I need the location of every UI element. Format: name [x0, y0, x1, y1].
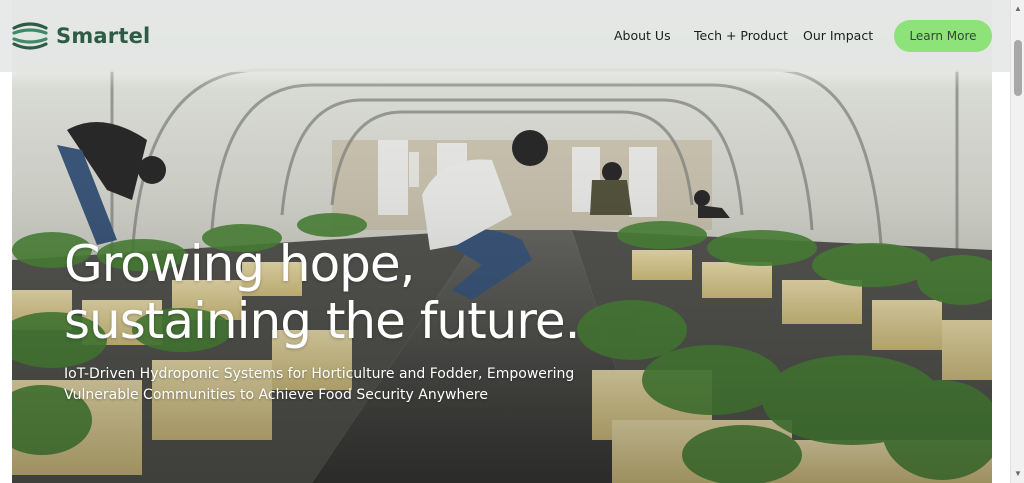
site-header: Smartel About Us Tech + Product Our Impa… [0, 0, 1010, 72]
triangle-down-icon[interactable]: ▼ [1011, 467, 1024, 481]
brand-name: Smartel [56, 24, 151, 48]
brand-logo[interactable]: Smartel [12, 22, 150, 50]
headline-line-1: Growing hope, [64, 235, 416, 293]
smartel-logo-icon [12, 22, 48, 50]
nav-link-tech-product[interactable]: Tech + Product [694, 28, 788, 43]
headline-line-2: sustaining the future. [64, 292, 580, 350]
hero-headline: Growing hope, sustaining the future. [64, 235, 580, 350]
hero-content: Growing hope, sustaining the future. IoT… [64, 235, 580, 406]
subtitle-line-2: Vulnerable Communities to Achieve Food S… [64, 387, 488, 403]
nav-link-about[interactable]: About Us [614, 28, 671, 43]
vertical-scrollbar[interactable]: ▲ ▼ [1010, 0, 1024, 483]
learn-more-button[interactable]: Learn More [894, 20, 992, 52]
scrollbar-thumb[interactable] [1014, 40, 1022, 96]
triangle-up-icon[interactable]: ▲ [1011, 2, 1024, 16]
hero-section: Growing hope, sustaining the future. IoT… [12, 0, 992, 483]
nav-link-our-impact[interactable]: Our Impact [803, 28, 873, 43]
hero-subtitle: IoT-Driven Hydroponic Systems for Hortic… [64, 364, 575, 406]
subtitle-line-1: IoT-Driven Hydroponic Systems for Hortic… [64, 366, 575, 382]
